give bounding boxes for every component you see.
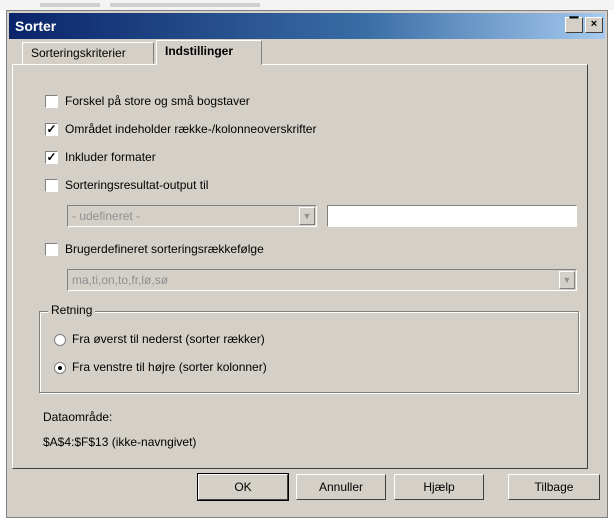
help-button[interactable]: Hjælp [394,474,484,500]
include-formats-checkbox[interactable]: ✓ [45,151,58,164]
output-range-field[interactable] [327,205,577,227]
left-to-right-label: Fra venstre til højre (sorter kolonner) [72,360,267,374]
has-headers-label: Området indeholder række-/kolonneoverskr… [65,122,317,136]
title-bar[interactable]: Sorter ▔ × [9,13,605,39]
left-to-right-radio[interactable] [54,362,66,374]
tab-options[interactable]: Indstillinger [156,40,262,65]
case-sensitive-label: Forskel på store og små bogstaver [65,94,250,108]
background-strip-segment [40,3,100,7]
include-formats-label: Inkluder formater [65,150,156,164]
tab-sorting-criteria[interactable]: Sorteringskriterier [22,42,154,64]
case-sensitive-checkbox[interactable] [45,95,58,108]
close-button[interactable]: × [585,17,603,33]
window-edge [608,10,614,518]
custom-order-label: Brugerdefineret sorteringsrækkefølge [65,242,264,256]
radio-dot [58,366,62,370]
chevron-down-icon[interactable]: ▼ [299,207,315,225]
output-range-combo[interactable]: - udefineret - ▼ [67,205,317,227]
background-strip [0,0,614,10]
custom-order-checkbox[interactable] [45,243,58,256]
direction-group: Retning Fra øverst til nederst (sorter r… [39,303,579,393]
copy-results-checkbox[interactable] [45,179,58,192]
chevron-down-icon[interactable]: ▼ [559,271,575,289]
ok-button[interactable]: OK [197,473,289,501]
cancel-button[interactable]: Annuller [296,474,386,500]
data-area-label: Dataområde: [43,410,113,424]
data-area-value: $A$4:$F$13 (ikke-navngivet) [43,435,197,449]
window-title: Sorter [15,18,57,34]
top-to-bottom-label: Fra øverst til nederst (sorter rækker) [72,332,265,346]
top-to-bottom-radio[interactable] [54,334,66,346]
minimize-button[interactable]: ▔ [565,17,583,33]
options-panel: Forskel på store og små bogstaver ✓ Områ… [12,64,588,469]
copy-results-label: Sorteringsresultat-output til [65,178,209,192]
custom-order-combo[interactable]: ma,ti,on,to,fr,lø,sø ▼ [67,269,577,291]
reset-button[interactable]: Tilbage [508,474,600,500]
direction-legend: Retning [48,303,96,317]
output-range-value: - udefineret - [72,209,141,223]
has-headers-checkbox[interactable]: ✓ [45,123,58,136]
custom-order-value: ma,ti,on,to,fr,lø,sø [72,273,169,287]
background-strip-segment [110,3,260,7]
